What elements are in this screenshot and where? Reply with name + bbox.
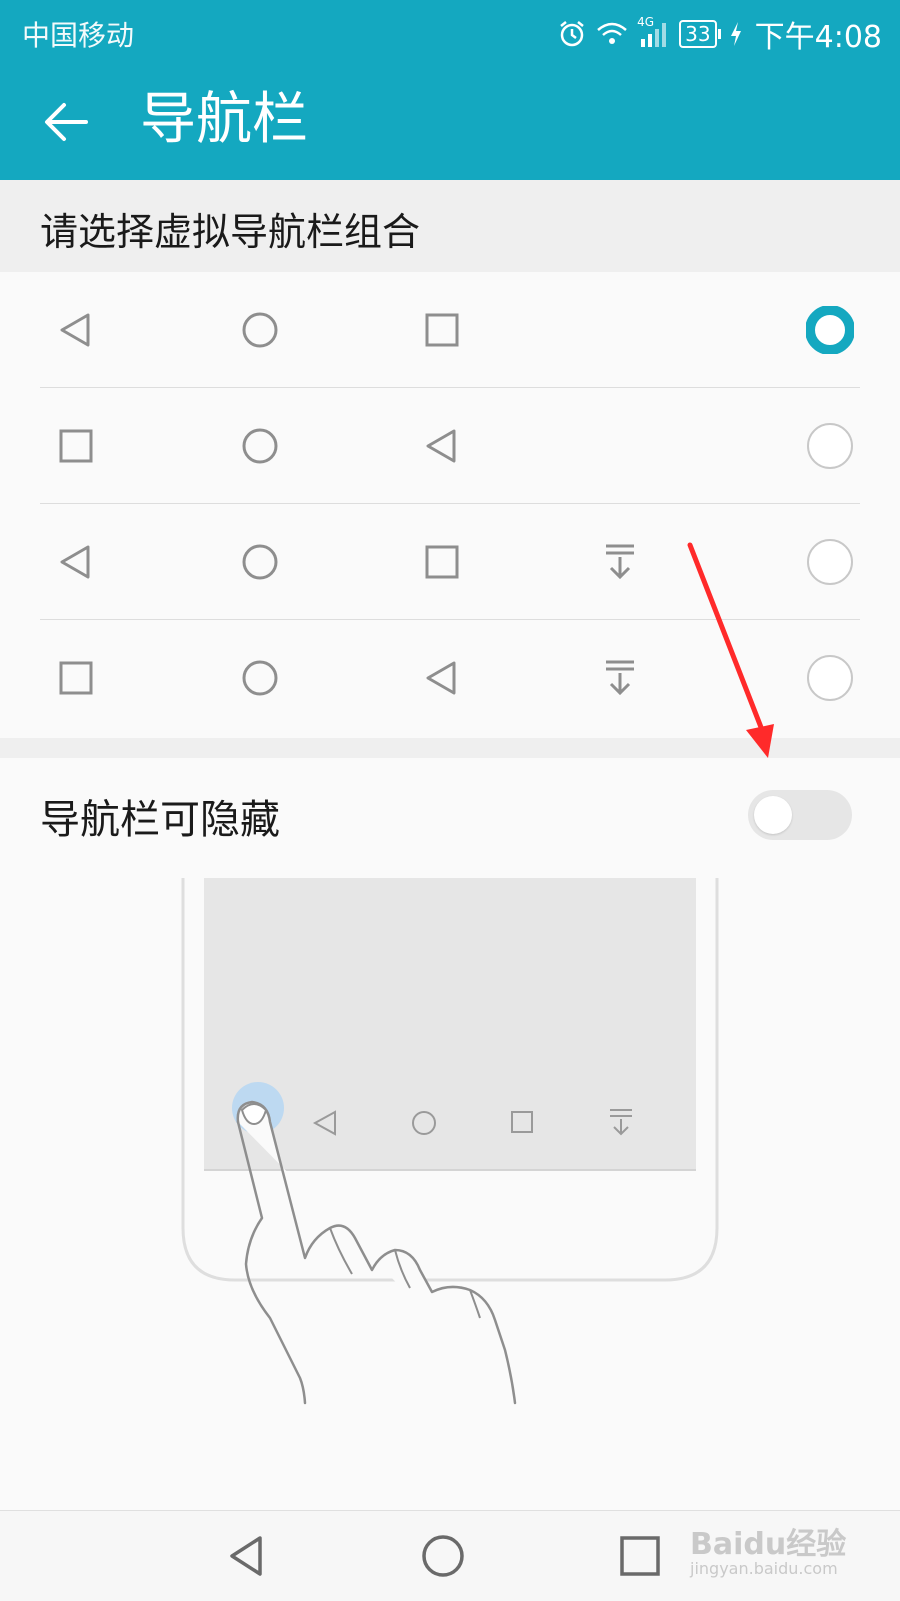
arrow-left-icon: [45, 103, 88, 141]
home-icon: [240, 310, 280, 350]
hide-nav-switch[interactable]: [748, 790, 852, 840]
wifi-icon: [595, 19, 629, 49]
system-nav-bar: Baidu经验 jingyan.baidu.com: [0, 1510, 900, 1601]
carrier-label: 中国移动: [22, 19, 135, 52]
watermark-url: jingyan.baidu.com: [690, 1559, 838, 1578]
annotation-arrow: [687, 542, 774, 758]
nav-option-2[interactable]: [0, 388, 900, 504]
battery-level: 33: [679, 20, 717, 48]
radio-unselected[interactable]: [806, 538, 854, 586]
home-icon: [240, 426, 280, 466]
nav-option-1[interactable]: [0, 272, 900, 388]
home-icon[interactable]: [418, 1531, 468, 1581]
recent-apps-icon: [422, 310, 462, 350]
signal-icon: 4G: [637, 15, 671, 49]
charging-icon: [729, 21, 743, 47]
back-button[interactable]: [36, 90, 100, 154]
status-icons: 4G 33 下午4:08: [557, 12, 882, 56]
back-icon: [422, 658, 462, 698]
watermark: Baidu经验: [690, 1527, 847, 1562]
radio-unselected[interactable]: [806, 422, 854, 470]
hide-nav-icon: [600, 542, 640, 582]
recent-apps-icon: [56, 658, 96, 698]
recent-apps-icon: [56, 426, 96, 466]
section-header: 请选择虚拟导航栏组合: [0, 180, 900, 272]
battery-icon: 33: [679, 20, 721, 48]
hide-nav-toggle-row[interactable]: 导航栏可隐藏: [0, 758, 900, 878]
illustration: [0, 878, 900, 1510]
toggle-label: 导航栏可隐藏: [40, 797, 280, 843]
radio-unselected[interactable]: [806, 654, 854, 702]
switch-knob: [754, 796, 792, 834]
home-icon: [240, 542, 280, 582]
back-icon: [422, 426, 462, 466]
page-title: 导航栏: [140, 87, 308, 152]
hide-nav-icon: [600, 658, 640, 698]
phone-gesture-illustration: [181, 878, 719, 1405]
recent-apps-icon: [422, 542, 462, 582]
back-icon[interactable]: [222, 1531, 272, 1581]
clock: 下午4:08: [754, 20, 882, 55]
alarm-icon: [557, 19, 587, 49]
home-icon: [240, 658, 280, 698]
back-icon: [56, 542, 96, 582]
status-bar: 中国移动 4G 33 下午4:08: [0, 0, 900, 64]
app-bar: 导航栏: [0, 64, 900, 180]
radio-selected[interactable]: [805, 305, 855, 355]
recent-apps-icon[interactable]: [615, 1531, 665, 1581]
section-title: 请选择虚拟导航栏组合: [40, 210, 421, 254]
back-icon: [56, 310, 96, 350]
